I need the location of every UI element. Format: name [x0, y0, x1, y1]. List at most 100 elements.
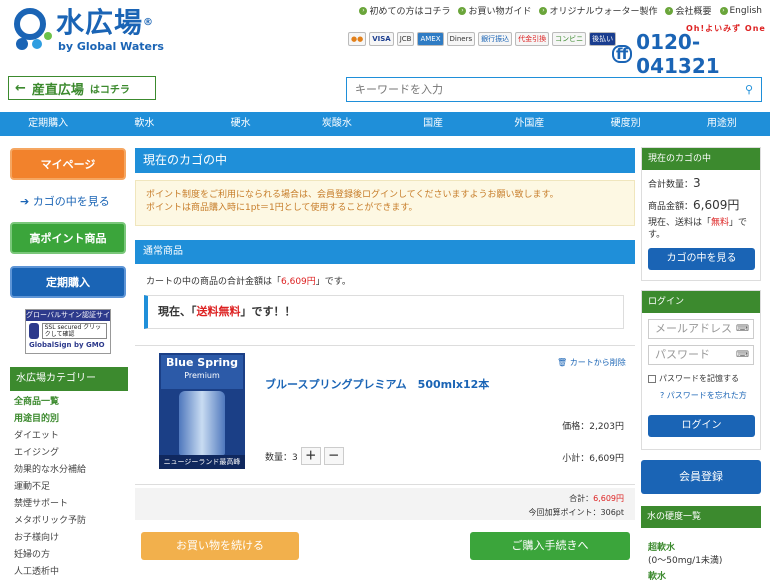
freedial-icon: ff [612, 45, 633, 63]
category-item[interactable]: 用途目的別 [10, 411, 128, 428]
globalsign-badge[interactable]: グローバルサイン認証サイト SSL secured クリックして確認 Globa… [25, 309, 111, 354]
password-field[interactable]: パスワード ⌨ [648, 345, 754, 365]
shipping-status: 現在、「送料無料」です！！ [144, 295, 624, 329]
arrow-icon: › [719, 6, 728, 15]
remember-password[interactable]: パスワードを記憶する [648, 373, 754, 384]
nav-domestic[interactable]: 国産 [385, 112, 481, 136]
mini-cart-shipping: 現在、送料は「無料」です。 [648, 218, 748, 240]
decrease-quantity-button[interactable]: － [323, 447, 344, 465]
arrow-right-icon: ➔ [20, 195, 33, 208]
mini-cart-heading: 現在のカゴの中 [642, 148, 760, 170]
login-button[interactable]: ログイン [648, 415, 755, 437]
first-time-link[interactable]: › 初めての方はコチラ [359, 4, 450, 17]
view-cart-link[interactable]: ➔ カゴの中を見る [20, 193, 110, 209]
keyboard-icon: ⌨ [736, 350, 749, 360]
email-field[interactable]: メールアドレス ⌨ [648, 319, 754, 339]
product-name-link[interactable]: ブルースプリングプレミアム 500mlx12本 [265, 376, 489, 392]
mastercard-icon: ●● [348, 32, 367, 46]
arrow-left-icon: ← [15, 80, 26, 96]
nav-soft-water[interactable]: 軟水 [96, 112, 192, 136]
arrow-icon: › [665, 6, 674, 15]
point-notice: ポイント制度をご利用になられる場合は、会員登録後ログインしてくださいますようお願… [135, 180, 635, 226]
site-logo-text[interactable]: 水広場® [56, 6, 154, 40]
category-list: 全商品一覧 用途目的別 ダイエット エイジング 効果的な水分補給 運動不足 禁煙… [10, 394, 128, 581]
unit-price: 価格：2,203円 [562, 422, 624, 432]
cart-total-line: カートの中の商品の合計金額は「6,609円」です。 [146, 277, 351, 287]
english-link[interactable]: › English [719, 4, 762, 17]
bottle-image [179, 391, 225, 455]
subtotal: 小計：6,609円 [562, 454, 624, 464]
nav-by-hardness[interactable]: 硬度別 [578, 112, 674, 136]
lock-icon [29, 323, 39, 339]
main-nav: 定期購入 軟水 硬水 炭酸水 国産 外国産 硬度別 用途別 [0, 112, 770, 136]
mini-cart-view-button[interactable]: カゴの中を見る [648, 248, 755, 270]
login-panel: ログイン メールアドレス ⌨ パスワード ⌨ パスワードを記憶する ? パスワードを… [641, 290, 761, 450]
search-box: ⚲ [346, 77, 762, 102]
search-icon[interactable]: ⚲ [737, 83, 761, 96]
payment-methods: ●● VISA JCB AMEX Diners 銀行振込 代金引換 コンビニ 後… [348, 32, 617, 46]
product-image[interactable]: Blue Spring Premium ニュージーランド最高峰 [159, 353, 245, 469]
arrow-icon: › [458, 6, 467, 15]
continue-shopping-button[interactable]: お買い物を続ける [141, 532, 299, 560]
question-icon: ? [660, 391, 667, 400]
keyboard-icon: ⌨ [736, 324, 749, 334]
category-item[interactable]: エイジング [10, 445, 128, 462]
category-item[interactable]: 効果的な水分補給 [10, 462, 128, 479]
mini-cart-panel: 現在のカゴの中 合計数量：3 商品金額：6,609円 現在、送料は「無料」です。… [641, 147, 761, 281]
register-button[interactable]: 会員登録 [641, 460, 761, 494]
category-item[interactable]: 全商品一覧 [10, 394, 128, 411]
mini-cart-amount: 商品金額：6,609円 [648, 198, 740, 212]
remove-from-cart-link[interactable]: 🗑 カートから削除 [557, 357, 626, 368]
remember-checkbox[interactable] [648, 374, 656, 383]
arrow-icon: › [359, 6, 368, 15]
company-link[interactable]: › 会社概要 [665, 4, 712, 17]
page-title: 現在のカゴの中 [135, 148, 635, 173]
nav-sparkling[interactable]: 炭酸水 [289, 112, 385, 136]
earned-points: 今回加算ポイント：306pt [528, 508, 624, 517]
jcb-icon: JCB [396, 32, 415, 46]
logo-subtitle: by Global Waters [58, 40, 164, 53]
nav-imported[interactable]: 外国産 [481, 112, 577, 136]
category-item[interactable]: 禁煙サポート [10, 496, 128, 513]
increase-quantity-button[interactable]: ＋ [300, 447, 321, 465]
quantity-label: 数量：3 [265, 452, 298, 463]
diners-icon: Diners [446, 32, 476, 46]
top-links: › 初めての方はコチラ › お買い物ガイド › オリジナルウォーター製作 › 会社概要 … [359, 4, 762, 17]
logo-icon[interactable] [10, 6, 54, 52]
search-input[interactable] [347, 78, 737, 101]
original-water-link[interactable]: › オリジナルウォーター製作 [539, 4, 657, 17]
login-heading: ログイン [642, 291, 760, 313]
category-item[interactable]: お子様向け [10, 530, 128, 547]
section-heading: 通常商品 [135, 240, 635, 264]
nav-teiki[interactable]: 定期購入 [0, 112, 96, 136]
category-item[interactable]: 妊婦の方 [10, 547, 128, 564]
nav-hard-water[interactable]: 硬水 [193, 112, 289, 136]
mini-cart-count: 合計数量：3 [648, 176, 701, 190]
visa-icon: VISA [369, 32, 394, 46]
category-heading: 水広場カテゴリー [10, 367, 128, 391]
trash-icon: 🗑 [557, 358, 568, 367]
cod-icon: 代金引換 [515, 32, 550, 46]
hardness-heading: 水の硬度一覧 [641, 506, 761, 528]
hardness-soft-link[interactable]: 軟水 [648, 569, 666, 582]
amex-icon: AMEX [417, 32, 444, 46]
category-item[interactable]: ダイエット [10, 428, 128, 445]
arrow-icon: › [539, 6, 548, 15]
category-item[interactable]: 人工透析中 [10, 564, 128, 581]
checkout-button[interactable]: ご購入手続きへ [470, 532, 630, 560]
category-item[interactable]: メタボリック予防 [10, 513, 128, 530]
bank-transfer-icon: 銀行振込 [478, 32, 513, 46]
mypage-button[interactable]: マイページ [10, 148, 126, 180]
hardness-ultra-soft-link[interactable]: 超軟水 [648, 540, 675, 553]
category-item[interactable]: 運動不足 [10, 479, 128, 496]
high-point-button[interactable]: 高ポイント商品 [10, 222, 126, 254]
hardness-ultra-soft-range: (0〜50mg/1未満) [648, 556, 723, 566]
shopping-guide-link[interactable]: › お買い物ガイド [458, 4, 531, 17]
grand-total: 合計：6,609円 [569, 494, 624, 503]
nav-by-purpose[interactable]: 用途別 [674, 112, 770, 136]
convenience-icon: コンビニ [552, 32, 587, 46]
phone-number: ff 0120-041321 [612, 30, 770, 78]
sanchoku-banner[interactable]: ← 産直広場 はコチラ [8, 76, 156, 100]
subscription-button[interactable]: 定期購入 [10, 266, 126, 298]
forgot-password-link[interactable]: ? パスワードを忘れた方 [660, 390, 760, 401]
